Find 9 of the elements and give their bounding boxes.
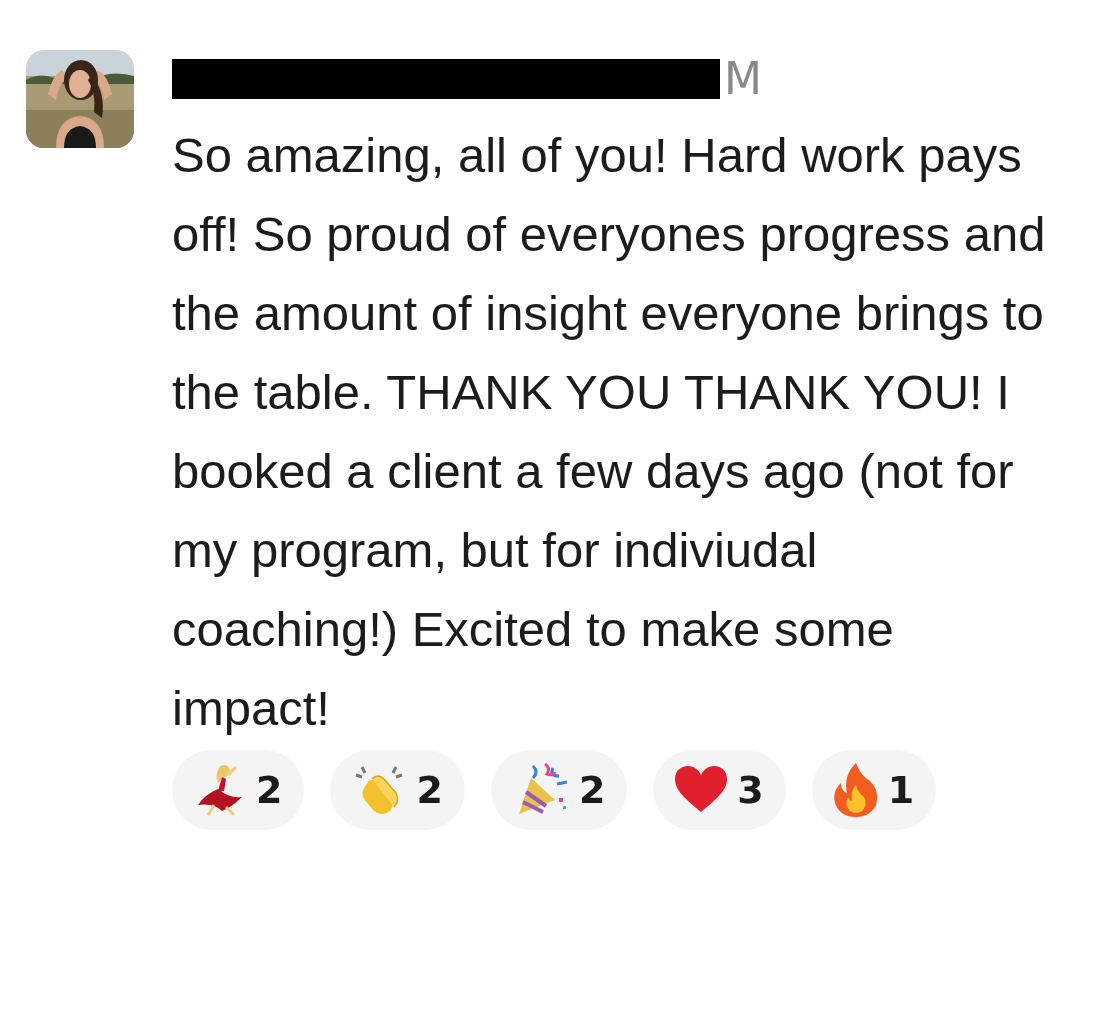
reaction-button[interactable]: 3 xyxy=(653,750,786,830)
reaction-button[interactable]: 2 xyxy=(330,750,465,830)
reaction-button[interactable]: 1 xyxy=(811,750,937,830)
fire-icon xyxy=(833,763,878,817)
timestamp: M xyxy=(724,54,762,104)
reaction-button[interactable]: 2 xyxy=(490,750,628,830)
message-text: So amazing, all of you! Hard work pays off! So proud of everyones progress and the amount of insight everyone brings to the table. THANK YOU THANK YOU! I booked a client a few days ago (not for my program, but for indiviudal coaching!) Excited to make some impact! xyxy=(172,127,1047,737)
reaction-button[interactable]: 2 xyxy=(172,750,305,830)
heart-icon xyxy=(675,766,728,814)
